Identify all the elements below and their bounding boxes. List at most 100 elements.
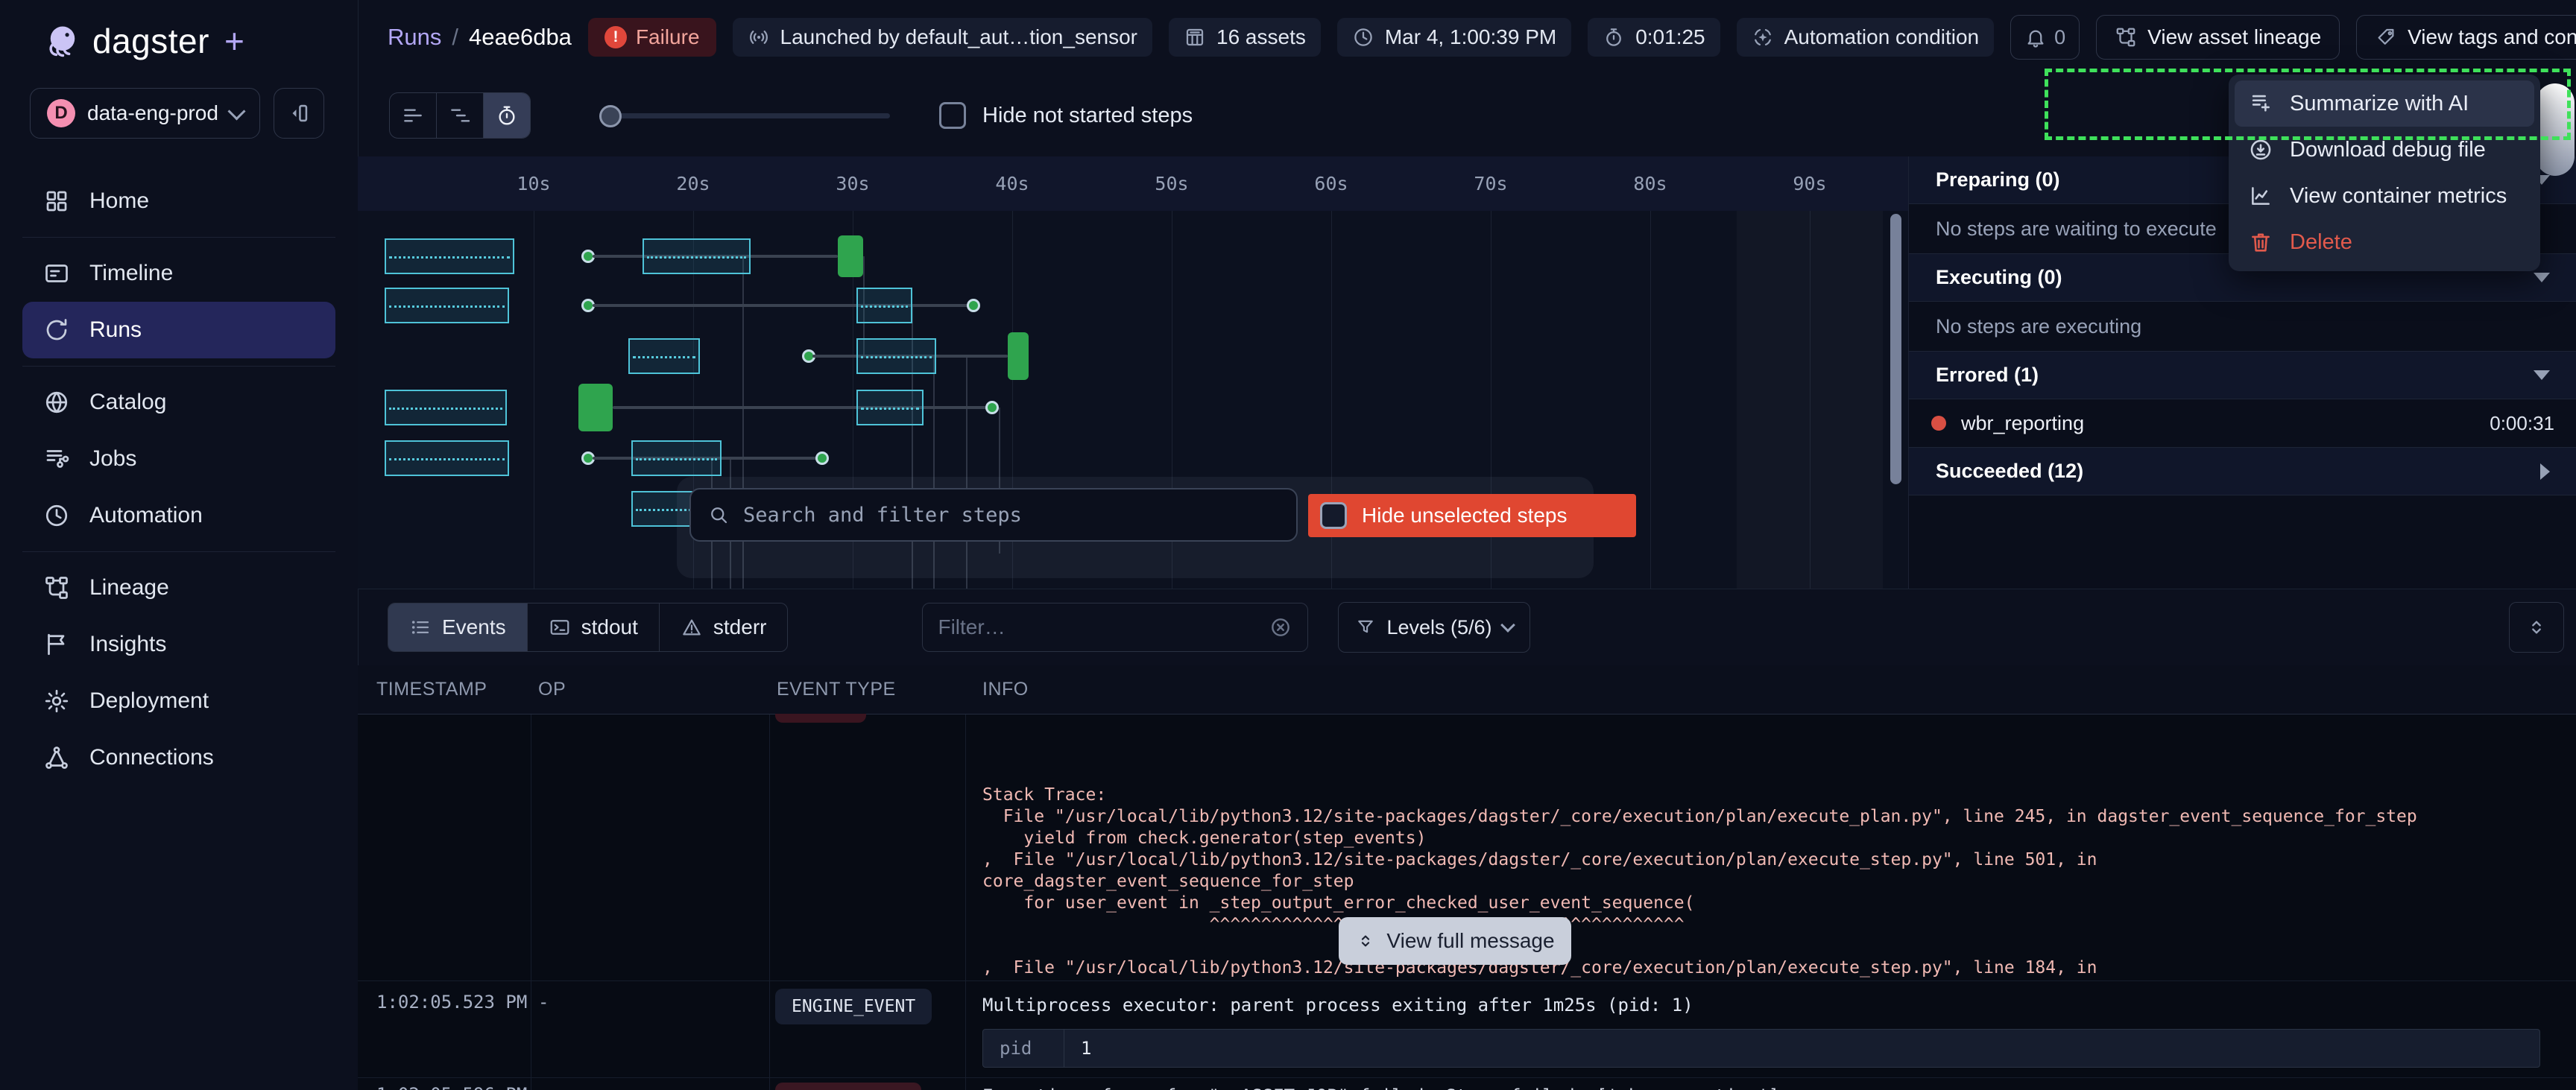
gantt-chart: Hide unselected steps Search and filter … bbox=[358, 211, 1908, 589]
ai-gradient-button[interactable] bbox=[2536, 83, 2575, 176]
gantt-zoom-slider[interactable] bbox=[599, 93, 890, 138]
menu-item-summarize-with-ai[interactable]: Summarize with AI bbox=[2235, 80, 2534, 127]
lineage-icon bbox=[2115, 26, 2137, 48]
gantt-timing-view-button[interactable] bbox=[483, 93, 530, 138]
notifications-button[interactable]: 0 bbox=[2010, 15, 2080, 60]
workspace-name: data-eng-prod bbox=[87, 101, 218, 125]
sidebar-item-catalog[interactable]: Catalog bbox=[22, 374, 335, 431]
chip-mar-4-1-00-39-pm: Mar 4, 1:00:39 PM bbox=[1337, 18, 1571, 57]
sidebar-item-automation[interactable]: Automation bbox=[22, 487, 335, 544]
step-bar-succeeded[interactable] bbox=[578, 384, 613, 431]
chip-label: 0:01:25 bbox=[1635, 25, 1705, 49]
step-bar-pending[interactable] bbox=[628, 338, 700, 374]
tab-events[interactable]: Events bbox=[388, 603, 527, 651]
hide-unselected-checkbox[interactable] bbox=[1320, 502, 1347, 529]
log-filter-input[interactable]: Filter… bbox=[922, 603, 1308, 652]
download-icon bbox=[2248, 137, 2273, 162]
connections-icon bbox=[43, 744, 70, 771]
sidebar-item-label: Deployment bbox=[89, 688, 209, 714]
step-search-input[interactable]: Search and filter steps bbox=[689, 488, 1298, 542]
logo: dagster + bbox=[0, 0, 358, 61]
sidebar-item-deployment[interactable]: Deployment bbox=[22, 673, 335, 729]
clear-filter-icon[interactable] bbox=[1269, 615, 1292, 639]
step-bar-succeeded[interactable] bbox=[1008, 332, 1029, 380]
log-row-engine-event: 1:02:05.523 PM - ENGINE_EVENT Multiproce… bbox=[358, 980, 2576, 1077]
sidebar-item-runs[interactable]: Runs bbox=[22, 302, 335, 358]
step-marker-dot[interactable] bbox=[967, 299, 980, 312]
gantt-flat-view-button[interactable] bbox=[390, 93, 436, 138]
menu-item-label: View container metrics bbox=[2290, 184, 2507, 209]
sidebar-item-lineage[interactable]: Lineage bbox=[22, 560, 335, 616]
step-marker-dot[interactable] bbox=[985, 401, 999, 414]
tab-stderr[interactable]: stderr bbox=[659, 603, 788, 651]
expand-log-button[interactable] bbox=[2509, 602, 2564, 653]
step-bar-pending[interactable] bbox=[385, 390, 507, 425]
step-bar-pending[interactable] bbox=[385, 288, 509, 323]
divider bbox=[22, 551, 335, 552]
metrics-icon bbox=[2248, 183, 2273, 209]
logo-plus: + bbox=[224, 21, 244, 61]
run-actions-menu: Summarize with AI Download debug file View… bbox=[2229, 75, 2540, 271]
menu-item-label: Summarize with AI bbox=[2290, 92, 2469, 116]
search-icon bbox=[707, 504, 730, 526]
chip-16-assets[interactable]: 16 assets bbox=[1169, 18, 1321, 57]
panel-step-row[interactable]: wbr_reporting0:00:31 bbox=[1909, 399, 2576, 448]
levels-dropdown[interactable]: Levels (5/6) bbox=[1338, 602, 1530, 653]
status-badge: ! Failure bbox=[588, 18, 716, 57]
step-marker-dot[interactable] bbox=[815, 451, 829, 465]
collapse-sidebar-button[interactable] bbox=[274, 88, 324, 139]
sidebar: dagster + D data-eng-prod Home Timeline Ru… bbox=[0, 0, 359, 1090]
step-duration: 0:00:31 bbox=[2490, 412, 2554, 435]
gear-icon bbox=[43, 688, 70, 714]
view-full-message-button[interactable]: View full message bbox=[1339, 917, 1571, 965]
step-bar-pending[interactable] bbox=[385, 440, 509, 476]
view-tags-config-button[interactable]: View tags and config bbox=[2356, 15, 2576, 60]
hide-unselected-flash: Hide unselected steps bbox=[1308, 494, 1636, 537]
sidebar-item-connections[interactable]: Connections bbox=[22, 729, 335, 786]
sidebar-item-insights[interactable]: Insights bbox=[22, 616, 335, 673]
gantt-scrollbar[interactable] bbox=[1890, 214, 1901, 484]
step-bar-pending[interactable] bbox=[856, 288, 912, 323]
step-bar-succeeded[interactable] bbox=[838, 235, 863, 277]
section-title: Preparing (0) bbox=[1936, 168, 2060, 191]
sidebar-item-label: Timeline bbox=[89, 261, 173, 286]
sidebar-item-label: Runs bbox=[89, 317, 142, 343]
gantt-toolbar: Hide not started steps bbox=[358, 75, 1908, 156]
list-icon bbox=[409, 616, 432, 639]
menu-item-delete[interactable]: Delete bbox=[2235, 219, 2534, 265]
chip-label: Mar 4, 1:00:39 PM bbox=[1385, 25, 1556, 49]
section-title: Succeeded (12) bbox=[1936, 460, 2083, 483]
catalog-icon bbox=[43, 389, 70, 416]
breadcrumb-runs-link[interactable]: Runs bbox=[388, 24, 441, 51]
axis-tick: 50s bbox=[1155, 173, 1188, 194]
chip-automation-condition[interactable]: Automation condition bbox=[1737, 18, 1995, 57]
menu-item-view-container-metrics[interactable]: View container metrics bbox=[2235, 173, 2534, 219]
trash-icon bbox=[2248, 229, 2273, 255]
sidebar-item-jobs[interactable]: Jobs bbox=[22, 431, 335, 487]
workspace-selector[interactable]: D data-eng-prod bbox=[30, 88, 260, 139]
step-bar-pending[interactable] bbox=[856, 338, 936, 374]
step-bar-pending[interactable] bbox=[385, 238, 514, 274]
chevron-down-icon bbox=[1500, 618, 1515, 633]
slider-thumb[interactable] bbox=[599, 105, 622, 127]
panel-section-errored-1-[interactable]: Errored (1) bbox=[1909, 352, 2576, 399]
home-icon bbox=[43, 188, 70, 215]
view-asset-lineage-button[interactable]: View asset lineage bbox=[2096, 15, 2340, 60]
menu-item-download-debug-file[interactable]: Download debug file bbox=[2235, 127, 2534, 173]
breadcrumb: Runs / 4eae6dba bbox=[388, 24, 572, 51]
hide-not-started-checkbox[interactable] bbox=[939, 102, 966, 129]
chevron-down-icon bbox=[227, 102, 245, 120]
step-bar-pending[interactable] bbox=[856, 390, 924, 425]
tab-stdout[interactable]: stdout bbox=[527, 603, 659, 651]
warning-icon bbox=[681, 616, 703, 639]
step-bar-pending[interactable] bbox=[631, 440, 722, 476]
panel-section-succeeded-12-[interactable]: Succeeded (12) bbox=[1909, 448, 2576, 495]
step-bar-pending[interactable] bbox=[643, 238, 751, 274]
chip-launched-by-default-aut-[interactable]: Launched by default_aut…tion_sensor bbox=[733, 18, 1152, 57]
hide-not-started-checkbox-row[interactable]: Hide not started steps bbox=[939, 102, 1193, 129]
gantt-waterfall-view-button[interactable] bbox=[436, 93, 483, 138]
sidebar-item-home[interactable]: Home bbox=[22, 173, 335, 229]
sidebar-nav: Home Timeline Runs CatalogJobsAutomation Lin… bbox=[0, 173, 358, 786]
axis-tick: 40s bbox=[995, 173, 1029, 194]
sidebar-item-timeline[interactable]: Timeline bbox=[22, 245, 335, 302]
